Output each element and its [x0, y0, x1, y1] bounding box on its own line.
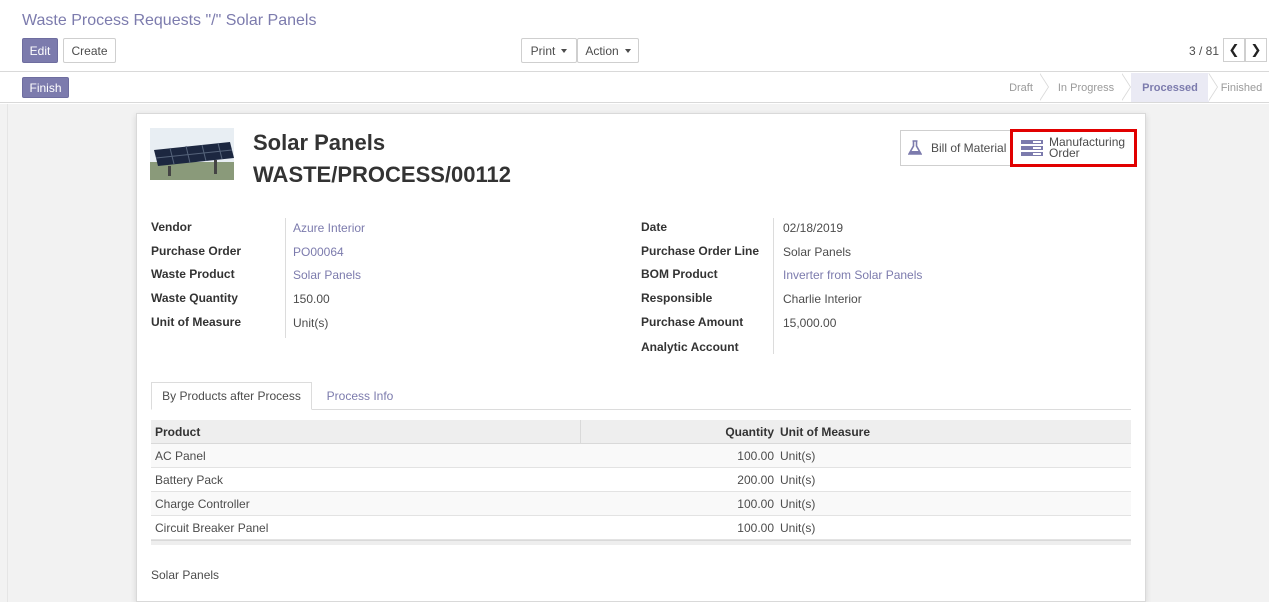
cell-uom: Unit(s): [780, 472, 816, 487]
form-sheet: Solar Panels WASTE/PROCESS/00112 Bill of…: [136, 113, 1146, 602]
divider: [7, 104, 8, 602]
responsible-label: Responsible: [641, 291, 713, 305]
statusbar: Finish Draft In Progress Processed Finis…: [0, 73, 1269, 103]
cell-quantity: 100.00: [737, 448, 774, 463]
stage-in-progress[interactable]: In Progress: [1050, 73, 1122, 102]
purchase-order-line-label: Purchase Order Line: [641, 244, 760, 258]
cell-uom: Unit(s): [780, 448, 816, 463]
record-name: Solar Panels: [253, 130, 386, 155]
table-row[interactable]: AC Panel 100.00 Unit(s): [151, 444, 1131, 468]
date-label: Date: [641, 220, 668, 234]
pager-value[interactable]: 3 / 81: [1189, 44, 1219, 58]
cell-product: Charge Controller: [155, 496, 250, 511]
caret-down-icon: [624, 48, 631, 53]
manufacturing-order-button[interactable]: Manufacturing Order: [1010, 129, 1137, 167]
purchase-order-line-value: Solar Panels: [783, 245, 852, 259]
server-stack-icon: [1021, 140, 1043, 156]
caret-down-icon: [561, 48, 568, 53]
date-value: 02/18/2019: [783, 221, 844, 235]
control-panel: Waste Process Requests "/" Solar Panels …: [0, 0, 1269, 72]
cell-product: Battery Pack: [155, 472, 224, 487]
bill-of-material-button[interactable]: Bill of Material: [900, 130, 1012, 166]
table-row[interactable]: Charge Controller 100.00 Unit(s): [151, 492, 1131, 516]
table-body: AC Panel 100.00 Unit(s) Battery Pack 200…: [151, 444, 1131, 540]
action-label: Action: [585, 43, 619, 58]
stage-finished[interactable]: Finished: [1216, 73, 1267, 102]
edit-button[interactable]: Edit: [22, 38, 58, 63]
cell-quantity: 100.00: [737, 496, 774, 511]
print-dropdown[interactable]: Print: [521, 38, 577, 63]
analytic-account-label: Analytic Account: [641, 340, 739, 354]
unit-of-measure-value: Unit(s): [293, 316, 329, 330]
purchase-amount-label: Purchase Amount: [641, 315, 744, 329]
responsible-value: Charlie Interior: [783, 292, 862, 306]
stage-draft[interactable]: Draft: [1000, 73, 1042, 102]
header-unit-of-measure[interactable]: Unit of Measure: [778, 420, 1131, 443]
purchase-order-label: Purchase Order: [151, 244, 242, 258]
header-product[interactable]: Product: [151, 420, 581, 443]
chevron-left-icon[interactable]: ❮: [1223, 38, 1245, 62]
waste-quantity-value: 150.00: [293, 292, 330, 306]
by-products-table: Product Quantity Unit of Measure AC Pane…: [151, 420, 1131, 545]
bom-product-value[interactable]: Inverter from Solar Panels: [783, 268, 922, 282]
tab-process-info[interactable]: Process Info: [315, 382, 405, 410]
purchase-order-value[interactable]: PO00064: [293, 245, 344, 259]
field-divider: [285, 218, 286, 338]
waste-product-label: Waste Product: [151, 267, 235, 281]
field-divider: [773, 218, 774, 354]
table-footer: [151, 540, 1131, 545]
action-dropdown[interactable]: Action: [577, 38, 639, 63]
flask-icon: [908, 140, 922, 155]
vendor-label: Vendor: [151, 220, 192, 234]
cell-quantity: 100.00: [737, 520, 774, 535]
breadcrumb[interactable]: Waste Process Requests "/" Solar Panels: [22, 12, 316, 30]
manufacturing-order-label-line2: Order: [1049, 146, 1080, 160]
vendor-value[interactable]: Azure Interior: [293, 221, 365, 235]
bill-of-material-label: Bill of Material: [931, 141, 1007, 155]
note-text: Solar Panels: [151, 568, 220, 582]
tab-by-products[interactable]: By Products after Process: [151, 382, 312, 410]
product-image[interactable]: [150, 128, 234, 180]
create-button[interactable]: Create: [63, 38, 116, 63]
purchase-amount-value: 15,000.00: [783, 316, 837, 330]
cell-quantity: 200.00: [737, 472, 774, 487]
record-reference: WASTE/PROCESS/00112: [253, 162, 511, 187]
waste-quantity-label: Waste Quantity: [151, 291, 238, 305]
cell-uom: Unit(s): [780, 520, 816, 535]
stage-processed[interactable]: Processed: [1131, 73, 1209, 102]
header-quantity[interactable]: Quantity: [581, 420, 778, 443]
finish-button[interactable]: Finish: [22, 77, 69, 98]
waste-product-value[interactable]: Solar Panels: [293, 268, 361, 282]
chevron-right-icon[interactable]: ❯: [1245, 38, 1267, 62]
bom-product-label: BOM Product: [641, 267, 718, 281]
unit-of-measure-label: Unit of Measure: [151, 315, 242, 329]
print-label: Print: [530, 43, 556, 58]
cell-uom: Unit(s): [780, 496, 816, 511]
table-row[interactable]: Circuit Breaker Panel 100.00 Unit(s): [151, 516, 1131, 540]
cell-product: Circuit Breaker Panel: [155, 520, 269, 535]
cell-product: AC Panel: [155, 448, 206, 463]
table-row[interactable]: Battery Pack 200.00 Unit(s): [151, 468, 1131, 492]
table-header: Product Quantity Unit of Measure: [151, 420, 1131, 444]
